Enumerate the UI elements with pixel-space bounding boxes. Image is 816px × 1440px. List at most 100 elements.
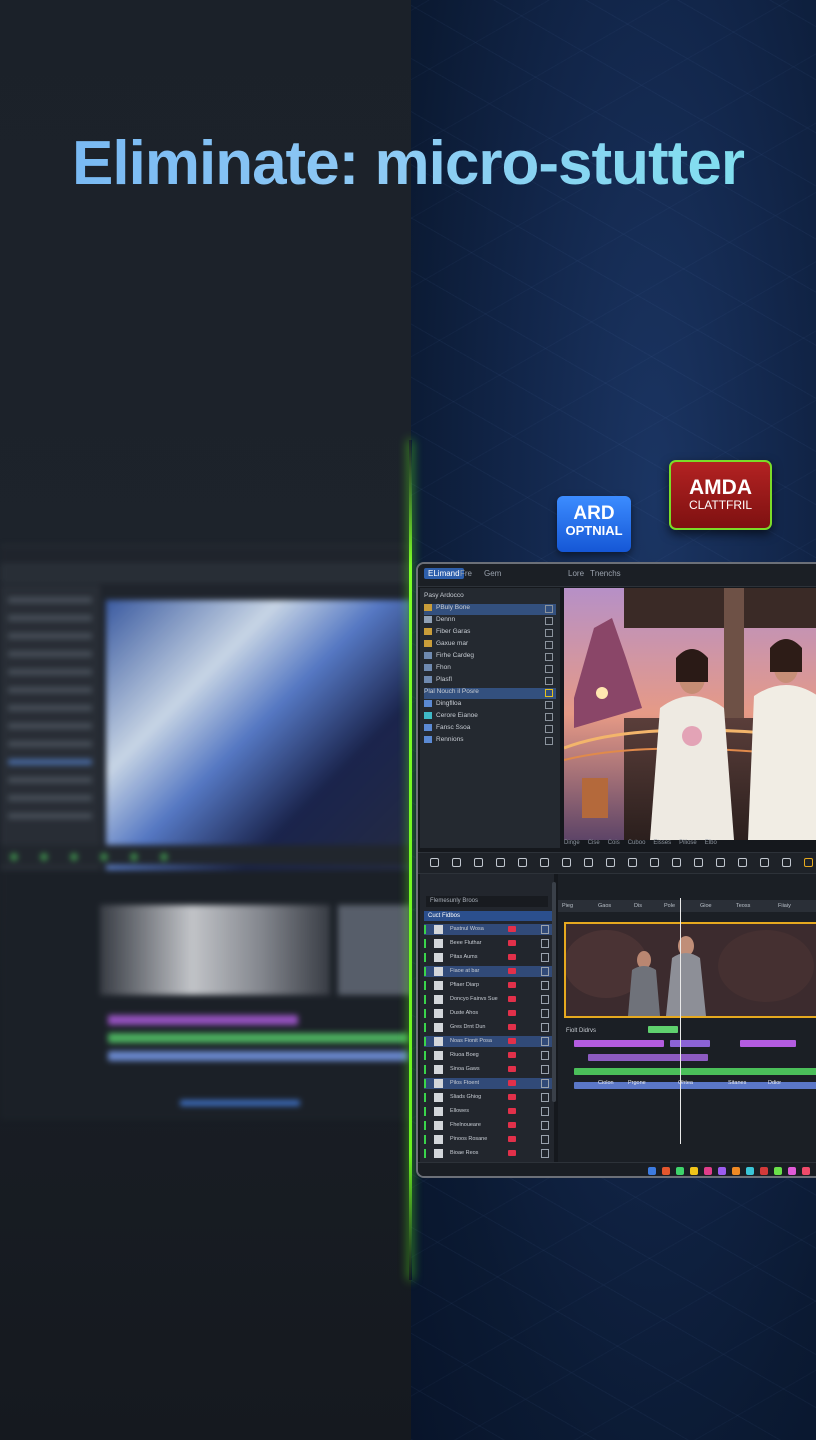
blurred-clip [338, 905, 411, 995]
status-icon[interactable] [746, 1167, 754, 1175]
status-icon[interactable] [690, 1167, 698, 1175]
status-icon[interactable] [648, 1167, 656, 1175]
media-row[interactable]: Ellowes [424, 1106, 552, 1117]
media-row[interactable]: Fiaoe at bar [424, 966, 552, 977]
media-row[interactable]: Doncyo Fainvs Sue [424, 994, 552, 1005]
media-row[interactable]: Sinoa Gaws [424, 1064, 552, 1075]
panel-item[interactable]: PBuly Bone [424, 604, 556, 615]
media-row[interactable]: Riuoa Boeg [424, 1050, 552, 1061]
menu-item[interactable]: Gem [484, 569, 501, 578]
status-icon[interactable] [718, 1167, 726, 1175]
blurred-editor-mockup [0, 545, 411, 1120]
bin-scrollbar[interactable] [552, 882, 556, 1102]
home-icon[interactable] [430, 858, 439, 867]
menu-item[interactable]: Fre [460, 569, 472, 578]
media-row[interactable]: Fhelnoueare [424, 1120, 552, 1131]
panel-item[interactable]: Fhon [424, 664, 556, 675]
menu-item[interactable]: Tnenchs [590, 569, 621, 578]
media-row[interactable]: Bioae Reos [424, 1148, 552, 1159]
blurred-track [108, 1015, 298, 1025]
clip-label: Ddior [768, 1080, 782, 1086]
status-icon[interactable] [774, 1167, 782, 1175]
slice-icon[interactable] [760, 858, 769, 867]
panel-item[interactable]: Firhe Cardeg [424, 652, 556, 663]
status-icon[interactable] [732, 1167, 740, 1175]
scissors-icon[interactable] [672, 858, 681, 867]
timeline-clip[interactable] [670, 1040, 710, 1047]
media-row[interactable]: Pinoos Rosane [424, 1134, 552, 1145]
crop-icon[interactable] [496, 858, 505, 867]
clock-icon[interactable] [650, 858, 659, 867]
flag-icon[interactable] [584, 858, 593, 867]
split-divider-line [409, 440, 412, 1280]
tool-bar [418, 852, 816, 874]
media-row[interactable]: Pastnul Wosa [424, 924, 552, 935]
status-icon[interactable] [704, 1167, 712, 1175]
pause-icon[interactable] [606, 858, 615, 867]
panel-item[interactable]: Dingflloa [424, 700, 556, 711]
panel-item[interactable]: Gaxue mar [424, 640, 556, 651]
blurred-toolbar [0, 563, 411, 583]
media-bin: Flemesunly Broos Cuct Fidbos Pastnul Wos… [420, 874, 554, 1162]
bin-tab[interactable]: Cuct Fidbos [424, 911, 552, 921]
print-icon[interactable] [694, 858, 703, 867]
panel-item[interactable]: Fansc Ssoa [424, 724, 556, 735]
timeline-video-clip[interactable] [564, 922, 816, 1018]
text-icon[interactable] [540, 858, 549, 867]
media-row[interactable]: Beee Fluthar [424, 938, 552, 949]
export-icon[interactable] [474, 858, 483, 867]
ard-badge: ARD OPTNIAL [557, 496, 631, 552]
timeline-clip[interactable] [740, 1040, 796, 1047]
timeline-ruler[interactable]: Pieg Gaos Dis Pole Gioe Teoss Fiiaiy [558, 900, 816, 912]
panel-item[interactable]: Pasy Ardocco [424, 592, 556, 603]
media-row[interactable]: Sliads Ghiog [424, 1092, 552, 1103]
video-editor-window: ELimand Fre Gem Lore Tnenchs Pasy Ardocc… [416, 562, 816, 1178]
menu-item[interactable]: ELimand [424, 568, 464, 579]
panel-item[interactable]: Plal Nouch il Posre [424, 688, 556, 699]
status-bar [418, 1162, 816, 1176]
blurred-clip [100, 905, 330, 995]
amd-badge-line2: CLATTFRIL [688, 498, 753, 512]
palette-icon[interactable] [804, 858, 813, 867]
media-row[interactable]: Pfiaer Diarp [424, 980, 552, 991]
preview-viewer[interactable] [564, 588, 816, 840]
media-row[interactable]: Duste Ahos [424, 1008, 552, 1019]
camera-icon[interactable] [452, 858, 461, 867]
columns-icon[interactable] [562, 858, 571, 867]
panel-item[interactable]: Fiber Garas [424, 628, 556, 639]
link-icon[interactable] [518, 858, 527, 867]
media-row[interactable]: Pilos Ftoent [424, 1078, 552, 1089]
status-icon[interactable] [788, 1167, 796, 1175]
trim-icon[interactable] [738, 858, 747, 867]
status-icon[interactable] [662, 1167, 670, 1175]
timeline-clip[interactable] [588, 1054, 708, 1061]
magnet-icon[interactable] [716, 858, 725, 867]
media-row[interactable]: Gres Drnt Dun [424, 1022, 552, 1033]
blurred-controls [0, 845, 411, 865]
blurred-track [108, 1051, 408, 1061]
timeline-clip[interactable] [574, 1040, 664, 1047]
media-row[interactable]: Noas Fionit Posa [424, 1036, 552, 1047]
track-label: Fiolt Didrvs [566, 1028, 597, 1034]
window-icon[interactable] [782, 858, 791, 867]
status-icon[interactable] [760, 1167, 768, 1175]
bin-search-field[interactable]: Flemesunly Broos [426, 896, 548, 907]
blurred-sidebar [0, 585, 100, 875]
clip-thumbnail [566, 924, 816, 1016]
panel-item[interactable]: Rennions [424, 736, 556, 747]
timeline-clip[interactable] [648, 1026, 678, 1033]
menu-bar: ELimand Fre Gem Lore Tnenchs [418, 564, 816, 587]
panel-item[interactable]: Plasfl [424, 676, 556, 687]
status-icon[interactable] [802, 1167, 810, 1175]
status-icon[interactable] [676, 1167, 684, 1175]
timeline-playhead[interactable] [680, 898, 681, 1144]
menu-item[interactable]: Lore [568, 569, 584, 578]
panel-item[interactable]: Dennn [424, 616, 556, 627]
ard-badge-line2: OPTNIAL [565, 523, 623, 538]
timeline-clip[interactable] [574, 1068, 816, 1075]
panel-item[interactable]: Cerore Eianoe [424, 712, 556, 723]
headline: Eliminate: micro-stutter [0, 128, 816, 199]
clip-label: Ciolon [598, 1080, 614, 1086]
chart-icon[interactable] [628, 858, 637, 867]
media-row[interactable]: Pitas Aums [424, 952, 552, 963]
